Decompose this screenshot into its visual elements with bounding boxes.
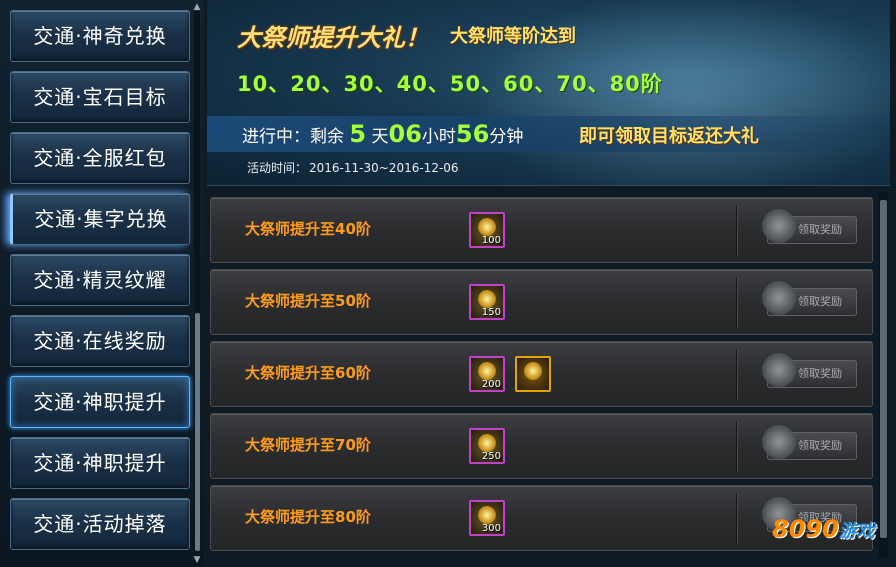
nav-scroll-up-icon[interactable]: ▲	[192, 2, 202, 12]
medal-icon	[478, 290, 496, 308]
watermark-logo: 8090游戏	[772, 515, 875, 543]
nav-item-divine-rank[interactable]: 交通·神职提升	[10, 437, 190, 489]
watermark-brand: 8090	[772, 515, 839, 543]
treasure-icon	[524, 362, 542, 380]
medal-icon[interactable]: 200	[469, 356, 505, 392]
medal-icon	[478, 506, 496, 524]
days-unit: 天	[371, 127, 389, 147]
nav-item-gem-target[interactable]: 交通·宝石目标	[10, 71, 190, 123]
status-prefix: 进行中：剩余	[242, 127, 344, 147]
claim-icon	[762, 209, 796, 243]
nav-item-event-drops[interactable]: 交通·活动掉落	[10, 498, 190, 550]
item-quantity: 150	[481, 307, 501, 318]
countdown-hours: 06	[388, 120, 422, 148]
item-quantity: 250	[481, 451, 501, 462]
medal-icon	[478, 362, 496, 380]
treasure-icon[interactable]	[515, 356, 551, 392]
left-nav: 交通·神奇兑换 交通·宝石目标 交通·全服红包 交通·集字兑换 交通·精灵纹耀 …	[0, 0, 204, 567]
banner-reward-text: 即可领取目标返还大礼	[579, 126, 759, 147]
nav-item-online-reward[interactable]: 交通·在线奖励	[10, 315, 190, 367]
nav-scroll-down-icon[interactable]: ▼	[192, 555, 202, 565]
nav-item-server-red-packet[interactable]: 交通·全服红包	[10, 132, 190, 184]
reward-row-label: 大祭师提升至80阶	[245, 508, 371, 526]
claim-icon	[762, 281, 796, 315]
claim-reward-button[interactable]: 领取奖励	[762, 281, 857, 316]
claim-button-label: 领取奖励	[798, 439, 842, 452]
claim-reward-button[interactable]: 领取奖励	[762, 353, 857, 388]
medal-icon[interactable]: 250	[469, 428, 505, 464]
reward-row: 大祭师提升至50阶 150 领取奖励	[210, 269, 873, 335]
medal-icon[interactable]: 100	[469, 212, 505, 248]
medal-icon[interactable]: 300	[469, 500, 505, 536]
claim-icon	[762, 425, 796, 459]
row-divider	[736, 350, 737, 400]
reward-row: 大祭师提升至40阶 100 领取奖励	[210, 197, 873, 263]
banner-levels: 10、20、30、40、50、60、70、80阶	[237, 72, 663, 96]
reward-row: 大祭师提升至70阶 250 领取奖励	[210, 413, 873, 479]
minutes-unit: 分钟	[489, 127, 524, 147]
nav-scroll-thumb[interactable]	[195, 313, 200, 551]
event-banner: 大祭师提升大礼！ 大祭师等阶达到 10、20、30、40、50、60、70、80…	[207, 0, 890, 186]
row-divider	[736, 206, 737, 256]
row-divider	[736, 494, 737, 544]
event-time-range: 2016-11-30~2016-12-06	[309, 161, 459, 175]
countdown: 进行中：剩余 5 天06小时56分钟	[242, 120, 523, 148]
banner-subtitle: 大祭师等阶达到	[450, 26, 576, 47]
reward-row: 大祭师提升至60阶 200 领取奖励	[210, 341, 873, 407]
nav-item-spirit-emblem[interactable]: 交通·精灵纹耀	[10, 254, 190, 306]
row-divider	[736, 422, 737, 472]
claim-button-label: 领取奖励	[798, 223, 842, 236]
nav-item-divine-rank-active[interactable]: 交通·神职提升	[10, 376, 190, 428]
row-divider	[736, 278, 737, 328]
claim-button-label: 领取奖励	[798, 295, 842, 308]
claim-reward-button[interactable]: 领取奖励	[762, 425, 857, 460]
item-quantity: 300	[481, 523, 501, 534]
item-quantity: 200	[481, 379, 501, 390]
claim-reward-button[interactable]: 领取奖励	[762, 209, 857, 244]
claim-button-label: 领取奖励	[798, 367, 842, 380]
watermark-suffix: 游戏	[838, 521, 875, 542]
list-scroll-thumb[interactable]	[880, 200, 887, 538]
banner-title: 大祭师提升大礼！	[237, 24, 429, 52]
medal-icon	[478, 434, 496, 452]
event-time-label: 活动时间：	[247, 161, 308, 175]
event-time: 活动时间： 2016-11-30~2016-12-06	[247, 159, 459, 176]
nav-item-magic-exchange[interactable]: 交通·神奇兑换	[10, 10, 190, 62]
reward-row-label: 大祭师提升至40阶	[245, 220, 371, 238]
medal-icon[interactable]: 150	[469, 284, 505, 320]
hours-unit: 小时	[421, 127, 456, 147]
reward-row-label: 大祭师提升至70阶	[245, 436, 371, 454]
nav-item-word-exchange[interactable]: 交通·集字兑换	[10, 193, 190, 245]
reward-row-label: 大祭师提升至60阶	[245, 364, 371, 382]
claim-icon	[762, 353, 796, 387]
countdown-minutes: 56	[455, 120, 490, 148]
medal-icon	[478, 218, 496, 236]
reward-row-label: 大祭师提升至50阶	[245, 292, 371, 310]
countdown-days: 5	[349, 120, 367, 148]
item-quantity: 100	[481, 235, 501, 246]
reward-list: 大祭师提升至40阶 100 领取奖励 大祭师提升至50阶 150 领取奖励 大祭…	[207, 192, 875, 554]
